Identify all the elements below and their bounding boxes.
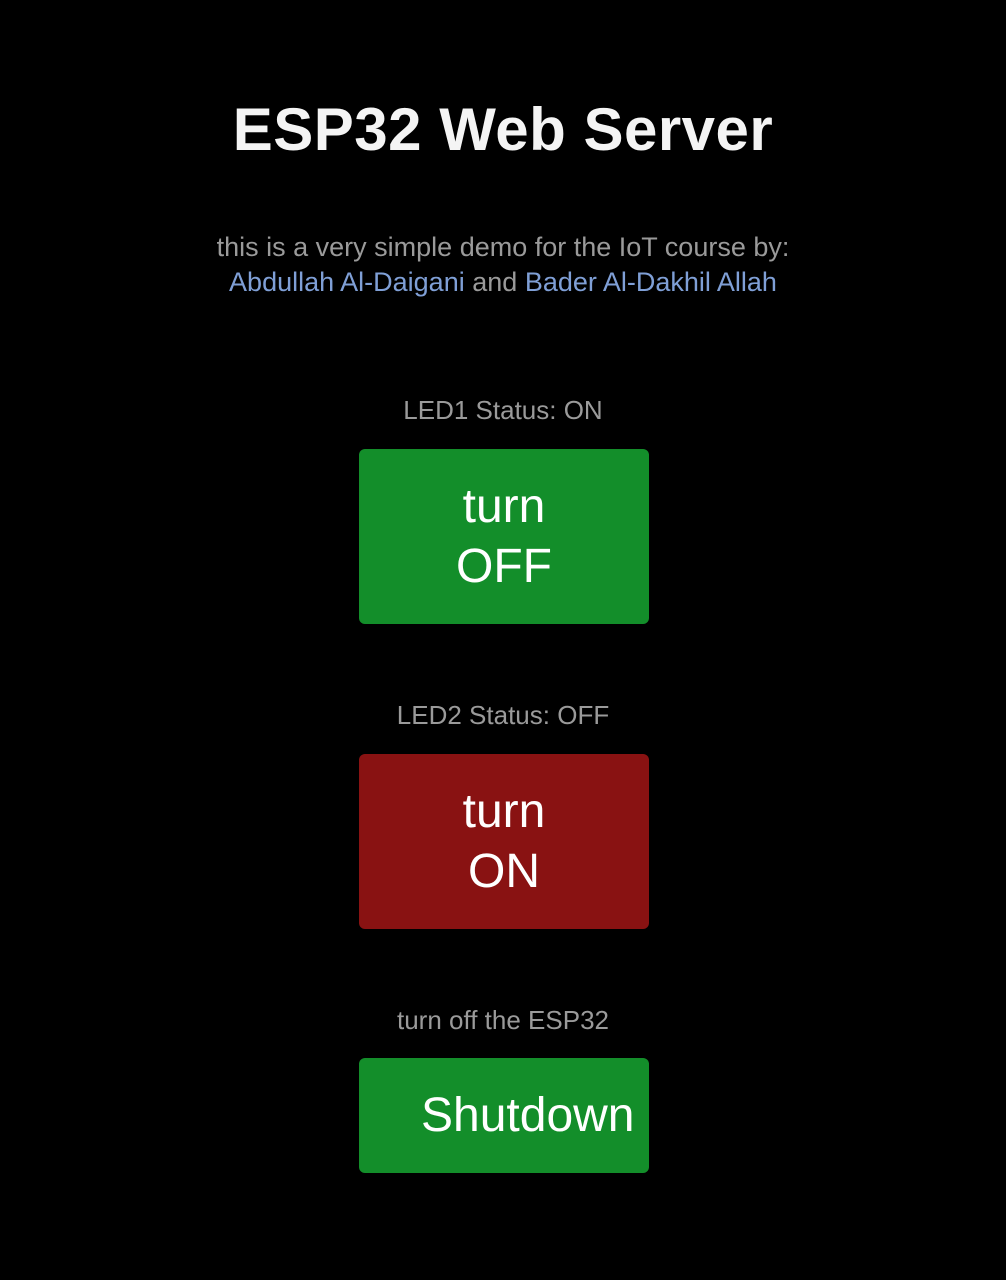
page: ESP32 Web Server this is a very simple d… bbox=[0, 0, 1006, 1280]
led1-button-line2: OFF bbox=[456, 539, 552, 593]
led2-status: LED2 Status: OFF bbox=[396, 700, 610, 730]
led2-button-line1: turn bbox=[462, 784, 546, 838]
shutdown-label: turn off the ESP32 bbox=[397, 1005, 609, 1035]
intro-line: this is a very simple demo for the IoT c… bbox=[216, 232, 790, 262]
led2-turn-on-button[interactable]: turn ON bbox=[359, 754, 649, 929]
author-link-bader[interactable]: Bader Al-Dakhil Allah bbox=[525, 267, 777, 297]
authors-conjunction: and bbox=[472, 267, 518, 297]
led2-button-line2: ON bbox=[468, 844, 540, 898]
page-title: ESP32 Web Server bbox=[232, 96, 774, 163]
author-link-abdullah[interactable]: Abdullah Al-Daigani bbox=[229, 267, 465, 297]
led1-button-line1: turn bbox=[462, 479, 546, 533]
authors-line: Abdullah Al-Daigani and Bader Al-Dakhil … bbox=[0, 265, 1006, 300]
intro-text: this is a very simple demo for the IoT c… bbox=[0, 230, 1006, 300]
led1-turn-off-button[interactable]: turn OFF bbox=[359, 449, 649, 624]
shutdown-button[interactable]: Shutdown bbox=[359, 1058, 649, 1173]
led1-status: LED1 Status: ON bbox=[403, 395, 603, 425]
